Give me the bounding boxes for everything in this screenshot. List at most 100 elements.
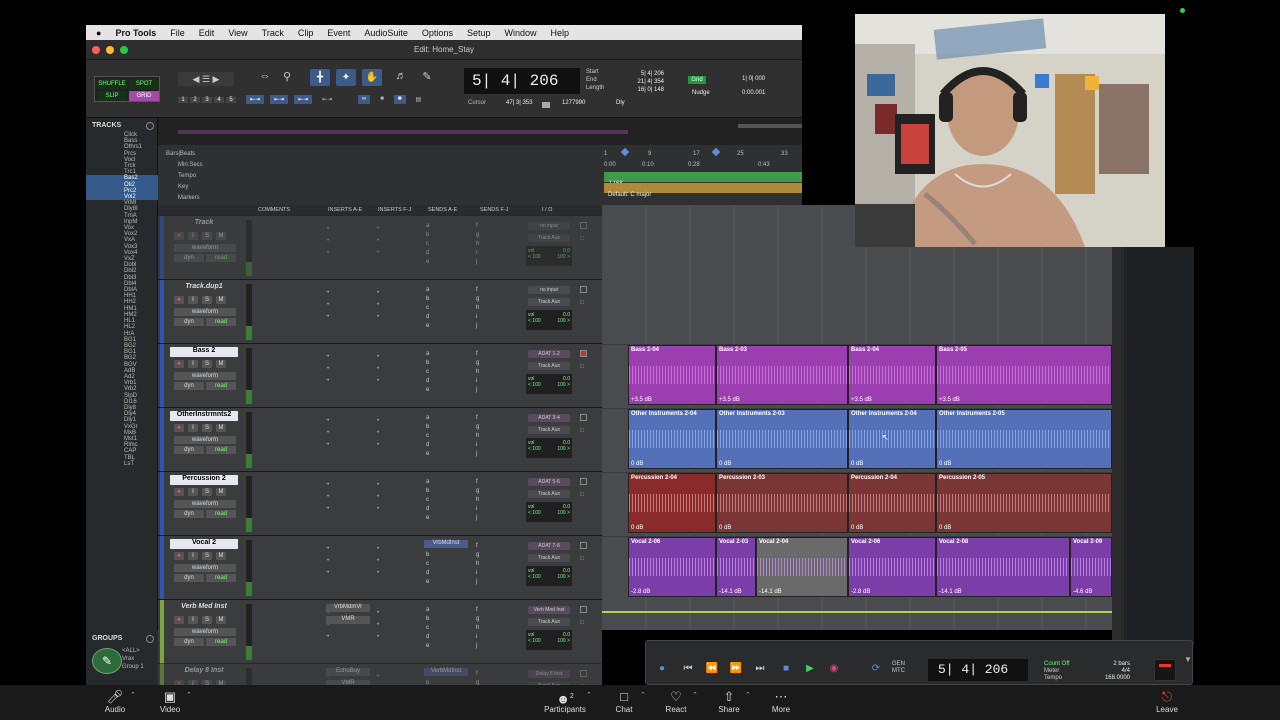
group-item[interactable]: Vrax [122, 656, 134, 662]
track-name[interactable]: Percussion 2 [170, 475, 238, 485]
mute-button[interactable]: M [216, 552, 226, 560]
automation-mode[interactable]: read [206, 446, 236, 454]
input-monitor-button[interactable]: I [188, 424, 198, 432]
track-name[interactable]: Vocal 2 [170, 539, 238, 549]
audio-clip[interactable]: Percussion 2-04 0 dB [628, 473, 716, 533]
audio-clip[interactable]: Other Instruments 2-04 0 dB [848, 409, 936, 469]
io-add-icon[interactable]: □ [580, 620, 584, 626]
input-selector[interactable]: no input [528, 286, 570, 294]
audio-clip[interactable]: Bass 2-05 +3.5 dB [936, 345, 1112, 405]
go-to-end-button[interactable]: ⏭ [752, 661, 768, 677]
chat-chevron-icon[interactable]: ⌃ [640, 691, 646, 699]
input-selector[interactable]: ADAT 3-4 [528, 414, 570, 422]
dyn-button[interactable]: dyn [174, 254, 204, 262]
track-name[interactable]: Track [170, 219, 238, 229]
grid-value[interactable]: 1| 0| 000 [742, 76, 765, 82]
audio-clip[interactable]: Percussion 2-05 0 dB [936, 473, 1112, 533]
link-option-4-icon[interactable]: ▤ [412, 95, 426, 104]
menu-help[interactable]: Help [551, 28, 570, 38]
io-add-icon[interactable]: □ [580, 556, 584, 562]
transport-chevron-icon[interactable]: ▼ [1184, 655, 1192, 664]
io-add-icon[interactable]: □ [580, 428, 584, 434]
audio-clip[interactable]: Percussion 2-04 0 dB [848, 473, 936, 533]
output-selector[interactable]: Track Aux [528, 234, 570, 242]
zoom-controls[interactable]: ◀ ☰ ▶ [178, 72, 234, 86]
input-selector[interactable]: Verb Med Inst [528, 606, 570, 614]
trim-tool-icon[interactable]: ⇔ [258, 70, 272, 84]
send-slots-fj[interactable]: fghij [476, 542, 479, 587]
insert-slots-fj[interactable]: ••• [377, 290, 379, 320]
solo-button[interactable]: S [202, 488, 212, 496]
send-slots-fj[interactable]: fghij [476, 414, 479, 459]
solo-button[interactable]: S [202, 296, 212, 304]
menu-track[interactable]: Track [262, 28, 284, 38]
view-selector[interactable]: waveform [174, 628, 236, 636]
send-slots[interactable]: abcde [426, 478, 429, 523]
track-status-icon[interactable] [580, 670, 587, 677]
pencil-tool-icon[interactable]: ✎ [420, 70, 434, 84]
selector-tool-icon[interactable]: ╋ [310, 69, 330, 86]
insert-slots[interactable]: ••• [327, 290, 329, 320]
input-monitor-button[interactable]: I [188, 296, 198, 304]
zoom-preset-1[interactable]: 1 [178, 97, 188, 103]
ruler-markers[interactable]: Markers [178, 195, 200, 201]
send-slots-fj[interactable]: fghij [476, 606, 479, 651]
input-selector[interactable]: ADAT 7-8 [528, 542, 570, 550]
participants-button[interactable]: ☻2 Participants [540, 689, 590, 714]
send-assignment[interactable]: VerbMdInst [424, 668, 468, 676]
transport-counter[interactable]: 5| 4| 206 [928, 659, 1028, 681]
dyn-button[interactable]: dyn [174, 382, 204, 390]
nudge-value[interactable]: 0:00.001 [742, 90, 765, 96]
output-selector[interactable]: Track Aux [528, 298, 570, 306]
annotate-pencil-icon[interactable]: ✎ [92, 648, 122, 674]
solo-button[interactable]: S [202, 360, 212, 368]
io-add-icon[interactable]: □ [580, 492, 584, 498]
menu-options[interactable]: Options [422, 28, 453, 38]
tracks-panel-menu-icon[interactable] [146, 122, 154, 130]
zoom-preset-4[interactable]: 4 [214, 97, 224, 103]
key-lane[interactable]: Default: C major [604, 183, 802, 198]
menu-file[interactable]: File [170, 28, 185, 38]
play-button[interactable]: ▶ [802, 661, 818, 677]
solo-button[interactable]: S [202, 232, 212, 240]
send-slots[interactable]: abcde [426, 286, 429, 331]
send-slots[interactable]: abcde [426, 542, 429, 587]
send-slots-fj[interactable]: fghij [476, 222, 479, 267]
audio-clip[interactable]: Vocal 2-06 -2.8 dB [628, 537, 716, 597]
menu-setup[interactable]: Setup [467, 28, 491, 38]
edit-option-4-icon[interactable]: ⇤⇥ [318, 95, 336, 104]
track-name[interactable]: Bass 2 [170, 347, 238, 357]
speaker-tool-icon[interactable]: ♬ [394, 70, 408, 84]
record-enable-button[interactable]: ● [174, 232, 184, 240]
vertical-scrollbar[interactable] [1112, 205, 1124, 645]
menu-event[interactable]: Event [327, 28, 350, 38]
volume-pan-box[interactable]: vol 0.0 < 100 100 > [526, 438, 572, 458]
volume-pan-box[interactable]: vol 0.0 < 100 100 > [526, 310, 572, 330]
fast-forward-button[interactable]: ⏩ [728, 661, 744, 677]
record-enable-button[interactable]: ● [174, 360, 184, 368]
output-selector[interactable]: Track Aux [528, 426, 570, 434]
ruler-min-secs[interactable]: Min:Secs [178, 162, 203, 168]
send-slots[interactable]: abcde [426, 606, 429, 651]
edit-option-2-icon[interactable]: ⇤⇥ [270, 95, 289, 104]
menu-audiosuite[interactable]: AudioSuite [364, 28, 408, 38]
insert-slots-fj[interactable]: ••• [377, 610, 379, 640]
main-counter[interactable]: 5| 4| 206 [464, 68, 580, 94]
nudge-label[interactable]: Nudge [692, 90, 710, 96]
view-selector[interactable]: waveform [174, 372, 236, 380]
audio-clip[interactable]: Other Instruments 2-04 0 dB [628, 409, 716, 469]
insert-slots-fj[interactable]: ••• [377, 674, 379, 685]
input-selector[interactable]: ADAT 1-2 [528, 350, 570, 358]
link-option-2-icon[interactable]: ■ [376, 95, 388, 104]
more-button[interactable]: ⋯ More [756, 689, 806, 714]
track-status-icon[interactable] [580, 542, 587, 549]
track-status-icon[interactable] [580, 414, 587, 421]
insert-slots[interactable]: ••• [327, 226, 329, 256]
volume-pan-box[interactable]: vol 0.0 < 100 100 > [526, 246, 572, 266]
rewind-button[interactable]: ⏪ [704, 661, 720, 677]
participants-chevron-icon[interactable]: ⌃ [586, 691, 592, 699]
universe-view-bar[interactable] [178, 130, 628, 134]
menu-clip[interactable]: Clip [298, 28, 314, 38]
track-name[interactable]: Verb Med Inst [170, 603, 238, 613]
volume-pan-box[interactable]: vol 0.0 < 100 100 > [526, 566, 572, 586]
